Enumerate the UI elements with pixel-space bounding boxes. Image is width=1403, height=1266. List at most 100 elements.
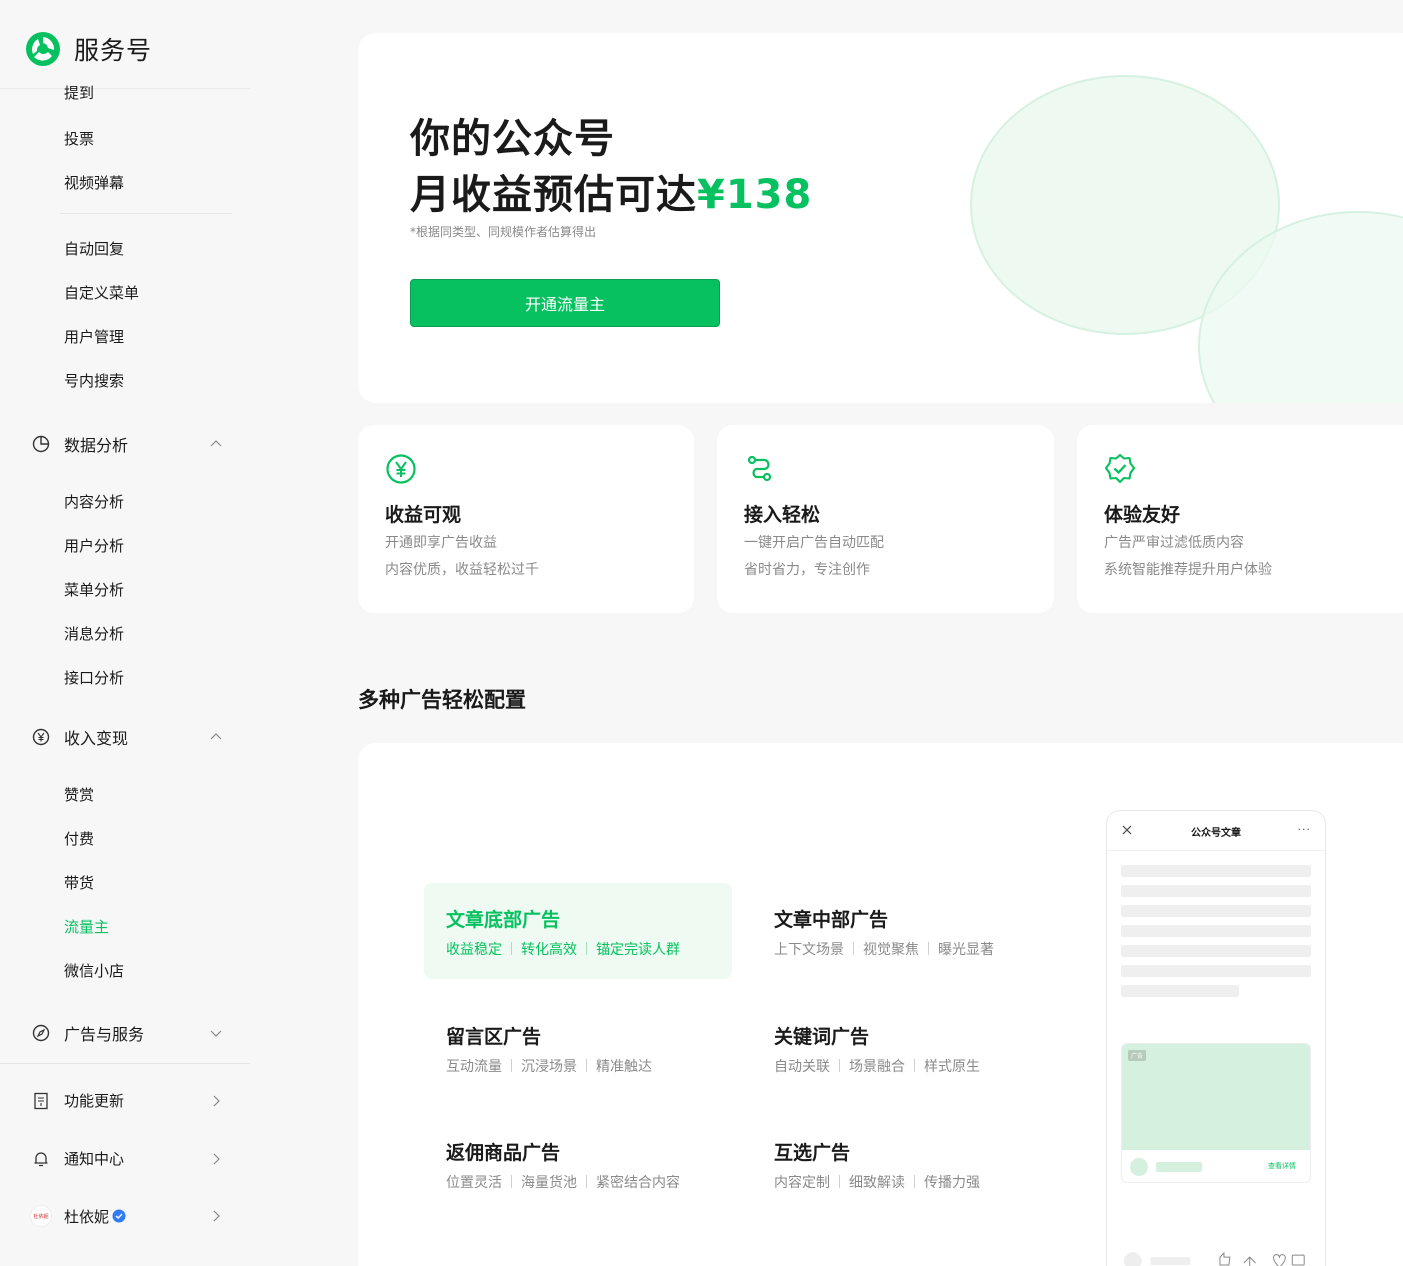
ad-type-tags: 互动流量 沉浸场景 精准触达 xyxy=(446,1056,652,1076)
feature-title: 接入轻松 xyxy=(744,504,821,526)
ad-tag: 视觉聚焦 xyxy=(863,942,919,958)
sidebar-item-custom-menu[interactable]: 自定义菜单 xyxy=(64,282,139,303)
sidebar-item-wechat-shop[interactable]: 微信小店 xyxy=(64,960,124,981)
estimated-income-amount: ¥138 xyxy=(697,172,813,218)
enable-traffic-master-button[interactable]: 开通流量主 xyxy=(410,279,720,327)
divider xyxy=(60,213,232,214)
placeholder-line xyxy=(1121,885,1311,897)
sidebar-item-mention[interactable]: 提到 xyxy=(64,83,94,101)
sidebar-item-paid[interactable]: 付费 xyxy=(64,828,94,849)
sidebar-item-in-account-search[interactable]: 号内搜索 xyxy=(64,370,124,391)
sidebar-item-traffic-master[interactable]: 流量主 xyxy=(64,916,109,937)
divider xyxy=(928,942,929,955)
sidebar-item-user-management[interactable]: 用户管理 xyxy=(64,326,124,347)
hero-title-line1: 你的公众号 xyxy=(410,116,615,162)
ad-types-panel: 文章底部广告 收益稳定 转化高效 锚定完读人群 文章中部广告 上下文场景 视觉聚焦 曝光… xyxy=(358,743,1403,1266)
ad-tag: 自动关联 xyxy=(774,1059,830,1075)
divider xyxy=(839,1059,840,1072)
ad-type-title: 返佣商品广告 xyxy=(446,1142,561,1164)
ad-type-article-middle[interactable]: 文章中部广告 上下文场景 视觉聚焦 曝光显著 xyxy=(752,883,1060,979)
phone-title: 公众号文章 xyxy=(1191,828,1241,839)
ad-tag: 曝光显著 xyxy=(938,942,994,958)
ad-type-mutual-selection[interactable]: 互选广告 内容定制 细致解读 传播力强 xyxy=(752,1116,1060,1212)
feature-desc: 广告严审过滤低质内容 xyxy=(1104,535,1244,551)
sidebar-item-user-analysis[interactable]: 用户分析 xyxy=(64,535,124,556)
ad-tag: 细致解读 xyxy=(849,1175,905,1191)
placeholder-line xyxy=(1121,905,1311,917)
phone-ad-preview: 广告 查看详情 xyxy=(1121,1043,1311,1183)
hero-title: 你的公众号 月收益预估可达¥138 xyxy=(410,111,812,223)
ad-type-commission-product[interactable]: 返佣商品广告 位置灵活 海量货池 紧密结合内容 xyxy=(424,1116,732,1212)
ad-type-tags: 收益稳定 转化高效 锚定完读人群 xyxy=(446,939,680,959)
route-icon xyxy=(747,455,772,482)
sidebar-item-menu-analysis[interactable]: 菜单分析 xyxy=(64,579,124,600)
divider xyxy=(914,1059,915,1072)
sidebar-item-api-analysis[interactable]: 接口分析 xyxy=(64,667,124,688)
ad-type-article-bottom[interactable]: 文章底部广告 收益稳定 转化高效 锚定完读人群 xyxy=(424,883,732,979)
shield-check-icon xyxy=(1104,453,1136,484)
divider xyxy=(586,942,587,955)
sidebar-group-ads-services[interactable]: 广告与服务 xyxy=(32,1021,222,1045)
hero-title-line2: 月收益预估可达¥138 xyxy=(410,167,812,223)
sidebar-item-reward[interactable]: 赞赏 xyxy=(64,784,94,805)
sidebar-item-ecommerce[interactable]: 带货 xyxy=(64,872,94,893)
ad-tag: 位置灵活 xyxy=(446,1175,502,1191)
ad-tag: 紧密结合内容 xyxy=(596,1175,680,1191)
ad-tag: 沉浸场景 xyxy=(521,1059,577,1075)
sidebar-item-feature-updates[interactable]: 功能更新 xyxy=(32,1090,222,1111)
sidebar-item-notification-center[interactable]: 通知中心 xyxy=(32,1148,222,1169)
sidebar-group-label: 收入变现 xyxy=(64,729,129,748)
book-icon xyxy=(34,1092,48,1109)
ad-tag: 锚定完读人群 xyxy=(596,942,680,958)
feature-desc: 内容优质，收益轻松过千 xyxy=(385,562,539,578)
divider xyxy=(586,1059,587,1072)
ad-tag: 互动流量 xyxy=(446,1059,502,1075)
ad-image-placeholder xyxy=(1122,1044,1310,1150)
ad-type-tags: 位置灵活 海量货池 紧密结合内容 xyxy=(446,1172,680,1192)
ad-tag: 精准触达 xyxy=(596,1059,652,1075)
feature-desc: 省时省力，专注创作 xyxy=(744,562,870,578)
brand-divider xyxy=(0,88,250,89)
ad-type-title: 互选广告 xyxy=(774,1142,851,1164)
hero-title-line2-text: 月收益预估可达 xyxy=(410,172,697,218)
sidebar-item-label: 通知中心 xyxy=(64,1150,125,1168)
sidebar-group-income[interactable]: 收入变现 xyxy=(32,725,222,749)
feature-card-income: 收益可观 开通即享广告收益 内容优质，收益轻松过千 xyxy=(358,425,694,613)
ad-tag: 上下文场景 xyxy=(774,942,844,958)
ad-type-keyword[interactable]: 关键词广告 自动关联 场景融合 样式原生 xyxy=(752,1000,1060,1096)
ad-tag: 传播力强 xyxy=(924,1175,980,1191)
chevron-up-icon xyxy=(210,440,222,447)
ad-type-title: 文章中部广告 xyxy=(774,909,889,931)
sidebar-group-data-analysis[interactable]: 数据分析 xyxy=(32,432,222,456)
sidebar-item-message-analysis[interactable]: 消息分析 xyxy=(64,623,124,644)
ad-badge: 广告 xyxy=(1128,1050,1147,1061)
sidebar-item-video-danmaku[interactable]: 视频弹幕 xyxy=(64,172,124,193)
sidebar-item-vote[interactable]: 投票 xyxy=(64,128,94,149)
divider xyxy=(586,1175,587,1188)
sidebar-account-user[interactable]: 杜依妮 杜依妮 xyxy=(30,1205,220,1227)
feature-desc: 一键开启广告自动匹配 xyxy=(744,535,884,551)
placeholder-line xyxy=(1121,965,1311,977)
ad-type-title: 留言区广告 xyxy=(446,1026,542,1048)
divider xyxy=(914,1175,915,1188)
ad-view-details-link: 查看详情 xyxy=(1268,1162,1296,1170)
divider xyxy=(853,942,854,955)
compass-icon xyxy=(32,1024,50,1042)
bell-icon xyxy=(34,1151,48,1166)
pie-chart-icon xyxy=(32,435,50,453)
placeholder-line xyxy=(1121,945,1311,957)
divider xyxy=(511,1175,512,1188)
brand[interactable]: 服务号 xyxy=(24,30,152,68)
avatar: 杜依妮 xyxy=(30,1205,52,1227)
sidebar-item-content-analysis[interactable]: 内容分析 xyxy=(64,491,124,512)
divider xyxy=(839,1175,840,1188)
placeholder-line xyxy=(1121,985,1239,997)
ad-tag: 收益稳定 xyxy=(446,942,502,958)
chevron-down-icon xyxy=(210,1030,222,1037)
sidebar-item-auto-reply[interactable]: 自动回复 xyxy=(64,238,124,259)
feature-desc: 开通即享广告收益 xyxy=(385,535,497,551)
divider xyxy=(511,942,512,955)
sidebar-group-label: 广告与服务 xyxy=(64,1025,145,1044)
ad-name-placeholder xyxy=(1156,1162,1202,1172)
ad-type-comment-area[interactable]: 留言区广告 互动流量 沉浸场景 精准触达 xyxy=(424,1000,732,1096)
